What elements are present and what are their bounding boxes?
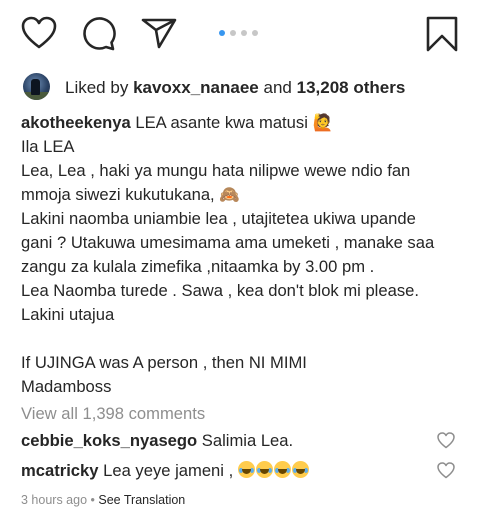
caption-username[interactable]: akotheekenya [21,113,131,132]
caption-line: Lea, Lea , haki ya mungu hata nilipwe we… [21,161,411,180]
like-button[interactable] [21,16,57,50]
liker-avatar[interactable] [23,73,50,100]
comment-username[interactable]: mcatricky [21,461,99,480]
comment-like-button[interactable] [437,462,455,479]
share-button[interactable] [141,17,177,49]
caption-line: Madamboss [21,377,112,396]
paper-plane-icon [141,18,177,49]
bookmark-icon [426,16,458,52]
heart-outline-icon [21,16,57,49]
comment-text: Salimia Lea. [201,431,294,450]
carousel-dot [252,30,258,36]
see-translation-link[interactable]: See Translation [98,493,185,507]
post-footer: 3 hours ago • See Translation [21,493,185,507]
carousel-dot-active [219,30,225,36]
liker-username[interactable]: kavoxx_nanaee [133,78,259,97]
likes-prefix: Liked by [65,78,129,97]
comment-text: Lea yeye jameni , [103,461,234,480]
carousel-dot [230,30,236,36]
likes-summary: Liked by kavoxx_nanaee and 13,208 others [65,78,405,98]
footer-separator: • [90,493,95,507]
view-all-comments-link[interactable]: View all 1,398 comments [21,404,205,424]
post-timestamp: 3 hours ago [21,493,88,507]
post-caption: akotheekenya LEA asante kwa matusi 🙋 Ila… [21,111,461,399]
caption-line: Lea Naomba turede . Sawa , kea don't blo… [21,281,419,300]
laughing-emoji-icon [237,461,310,480]
caption-line: Ila LEA [21,137,75,156]
comment-username[interactable]: cebbie_koks_nyasego [21,431,197,450]
caption-first-text: LEA asante kwa matusi 🙋 [135,113,334,132]
comment-bubble-icon [83,17,116,51]
caption-line: Lakini naomba uniambie lea , utajitetea … [21,209,416,228]
heart-outline-icon [437,462,455,479]
likes-connector: and [263,78,292,97]
save-button[interactable] [426,16,458,52]
caption-line: zangu za kulala zimefika ,nitaamka by 3.… [21,257,375,276]
carousel-indicator [219,30,258,36]
heart-outline-icon [437,432,455,449]
carousel-dot [241,30,247,36]
likes-others-link[interactable]: 13,208 others [297,78,406,97]
caption-line: Lakini utajua [21,305,115,324]
caption-line: gani ? Utakuwa umesimama ama umeketi , m… [21,233,435,252]
caption-line: mmoja siwezi kukutukana, 🙈 [21,185,240,204]
comment-item: cebbie_koks_nyasego Salimia Lea. [21,431,293,451]
comment-button[interactable] [82,17,116,51]
comment-item: mcatricky Lea yeye jameni , [21,461,310,481]
caption-line: If UJINGA was A person , then NI MIMI [21,353,307,372]
comment-like-button[interactable] [437,432,455,449]
